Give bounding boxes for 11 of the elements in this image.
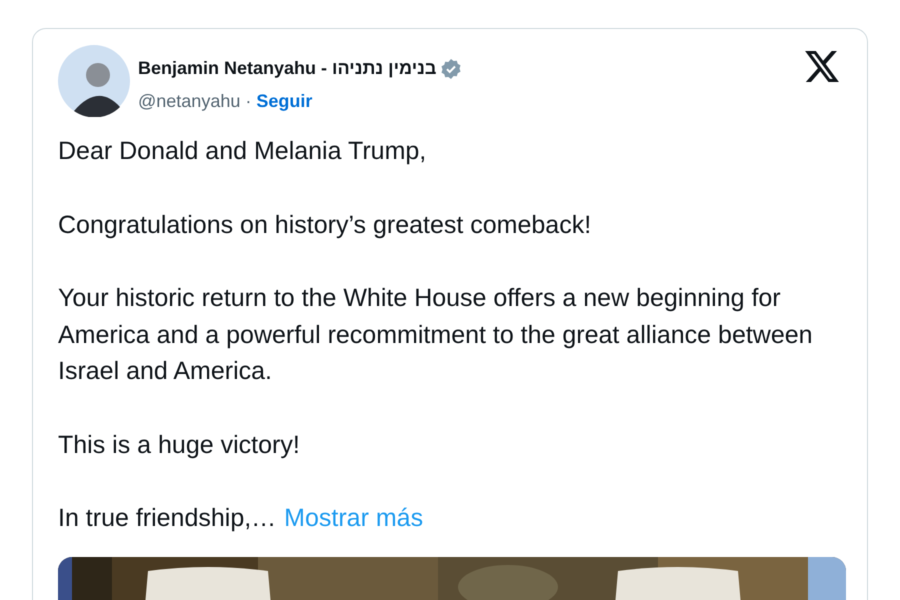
tweet-paragraph: Your historic return to the White House offers a new beginning for America and a powerful recommitment to the great alliance between Israel and America. <box>58 283 814 387</box>
author-name[interactable]: Benjamin Netanyahu - בנימין נתניהו <box>138 55 436 82</box>
separator: · <box>245 90 252 113</box>
tweet-paragraph: This is a huge victory! <box>58 430 301 460</box>
avatar[interactable] <box>58 45 130 117</box>
follow-link[interactable]: Seguir <box>256 88 312 115</box>
tweet-paragraph: In true friendship,… <box>58 503 276 534</box>
tweet-paragraph: Congratulations on history’s greatest comeback! <box>58 210 592 240</box>
author-handle[interactable]: @netanyahu <box>138 88 240 115</box>
x-logo-icon[interactable] <box>805 51 839 82</box>
tweet-paragraph: Dear Donald and Melania Trump, <box>58 136 428 167</box>
